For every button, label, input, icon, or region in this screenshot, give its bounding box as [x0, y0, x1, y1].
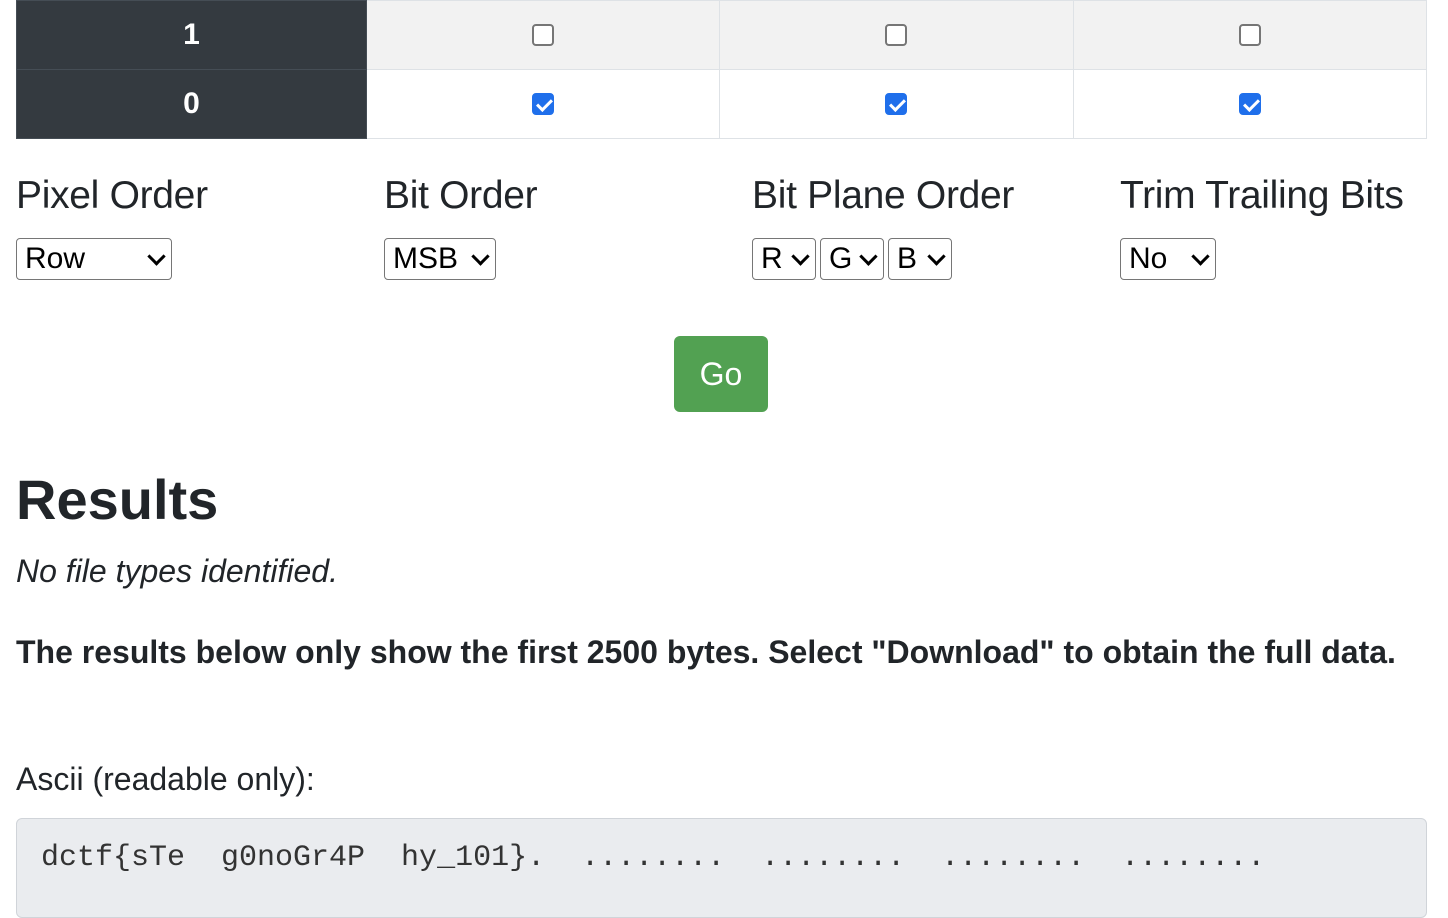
chevron-down-icon [927, 246, 946, 266]
bit-checkbox-g-1[interactable] [885, 24, 908, 46]
pixel-order-select[interactable]: Row [16, 238, 172, 280]
bit-plane-order-group: Bit Plane Order R G B [752, 172, 1014, 280]
ascii-label: Ascii (readable only): [16, 761, 315, 797]
go-button[interactable]: Go [674, 336, 768, 412]
bit-checkbox-g-0[interactable] [885, 93, 908, 115]
bit-order-select[interactable]: MSB [384, 238, 496, 280]
bit-order-label: Bit Order [384, 174, 538, 217]
bit-checkbox-b-1[interactable] [1238, 24, 1261, 46]
results-title: Results [16, 468, 219, 531]
bit-plane-value-2: G [829, 242, 853, 275]
bit-plane-order-label: Bit Plane Order [752, 174, 1015, 217]
pixel-order-label: Pixel Order [16, 174, 208, 217]
bit-row-1: 1 [16, 0, 1428, 70]
bit-checkbox-b-0[interactable] [1238, 93, 1261, 115]
bit-checkbox-r-1[interactable] [532, 24, 555, 46]
no-file-types-text: No file types identified. [16, 553, 338, 589]
chevron-down-icon [859, 246, 878, 266]
trim-trailing-bits-group: Trim Trailing Bits No [1120, 172, 1404, 280]
chevron-down-icon [471, 246, 490, 266]
chevron-down-icon [147, 246, 166, 266]
results-notice: The results below only show the first 25… [16, 634, 1396, 670]
chevron-down-icon [791, 246, 810, 266]
trim-trailing-bits-value: No [1129, 242, 1168, 275]
bit-order-value: MSB [393, 242, 459, 275]
pixel-order-group: Pixel Order Row [16, 172, 208, 280]
bit-row-label: 0 [16, 69, 367, 139]
pixel-order-value: Row [25, 242, 86, 275]
bit-plane-value-3: B [897, 242, 918, 275]
chevron-down-icon [1191, 246, 1210, 266]
bit-plane-select-2[interactable]: G [820, 238, 884, 280]
trim-trailing-bits-label: Trim Trailing Bits [1120, 174, 1404, 217]
bit-plane-select-3[interactable]: B [888, 238, 952, 280]
bit-plane-value-1: R [761, 242, 783, 275]
bit-row-0: 0 [16, 69, 1428, 139]
bit-row-label: 1 [16, 0, 367, 70]
bit-plane-select-1[interactable]: R [752, 238, 816, 280]
bit-selection-table: 1 0 [16, 0, 1428, 139]
bit-checkbox-r-0[interactable] [532, 93, 555, 115]
ascii-output: dctf{sTe g0noGr4P hy_101}. ........ ....… [16, 818, 1427, 918]
bit-order-group: Bit Order MSB [384, 172, 538, 280]
trim-trailing-bits-select[interactable]: No [1120, 238, 1216, 280]
